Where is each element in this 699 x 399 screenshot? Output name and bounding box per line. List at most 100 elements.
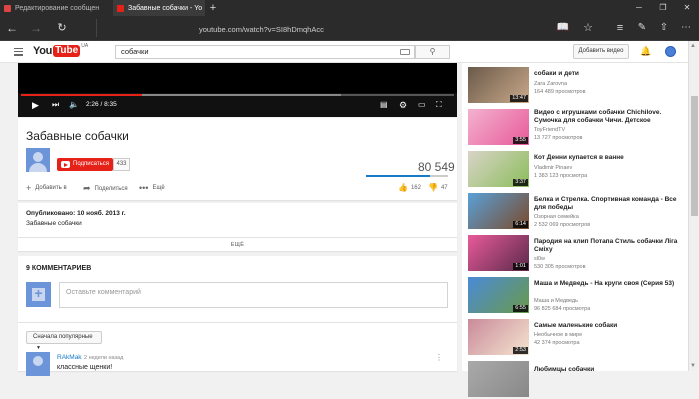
plus-icon: + [26,183,32,193]
related-video-channel: Озорная семейка [534,214,579,220]
scrollbar-thumb[interactable] [691,96,698,216]
video-thumbnail[interactable]: 2:53 [468,319,529,355]
restore-icon[interactable]: ❐ [651,0,675,16]
more-actions-button[interactable]: ••• Ещё [139,183,165,193]
tab-title: Забавные собачки - Yo [128,4,203,12]
like-ratio-bar [366,175,448,177]
notifications-bell-icon[interactable]: 🔔 [640,46,651,57]
video-thumbnail[interactable]: 6:55 [468,277,529,313]
address-bar[interactable]: youtube.com/watch?v=SI8hDmqhAcc [96,19,546,37]
youtube-play-icon [61,161,70,168]
video-thumbnail[interactable]: 6:14 [468,193,529,229]
comment-menu-icon[interactable]: ⋮ [435,353,443,362]
keyboard-icon[interactable] [400,49,410,55]
related-video-title[interactable]: Видео с игрушками собачки Chichilove. Су… [534,109,684,125]
play-icon[interactable]: ▶ [32,100,39,110]
next-icon[interactable]: ⏭ [52,100,59,110]
search-input[interactable]: собачки [115,45,415,59]
back-icon[interactable]: ← [2,16,22,40]
comment-author[interactable]: RAkMak [57,354,82,361]
share-icon[interactable]: ⇧ [654,16,674,40]
youtube-header: You Tube UA собачки ⚲ Добавить видео 🔔 [0,41,688,63]
related-video-views: 42 374 просмотра [534,340,580,346]
scroll-down-icon[interactable]: ▼ [690,363,696,369]
upload-button[interactable]: Добавить видео [573,44,629,59]
close-window-icon[interactable]: ✕ [675,0,699,16]
related-video-8[interactable]: Любимцы собачки [468,361,684,399]
browser-tab-strip: Редактирование сообщен Забавные собачки … [0,0,699,16]
related-video-title[interactable]: Кот Денни купается в ванне [534,154,684,162]
comment-author-avatar[interactable] [26,352,50,376]
forward-icon[interactable]: → [26,16,46,40]
related-video-views: 530 305 просмотров [534,264,586,270]
video-thumbnail[interactable]: 3:55 [468,109,529,145]
related-video-views: 2 532 069 просмотров [534,222,591,228]
related-video-4[interactable]: 6:14 Белка и Стрелка. Спортивная команда… [468,193,684,231]
browser-tab-1[interactable]: Редактирование сообщен [0,0,113,16]
reading-view-icon[interactable]: 📖 [553,16,573,40]
account-avatar[interactable] [665,46,676,57]
related-video-title[interactable]: Самые маленькие собаки [534,322,684,330]
theater-mode-icon[interactable]: ▭ [418,100,426,110]
related-video-channel: Необычное в мире [534,332,583,338]
related-video-title[interactable]: Белка и Стрелка. Спортивная команда - Вс… [534,196,684,212]
video-player[interactable]: ▶ ⏭ 🔈 2:26 / 8:35 ▤ ⚙ ▭ ⛶ [18,63,457,117]
share-button[interactable]: ➦ Поделиться [83,183,128,194]
guide-menu-icon[interactable] [14,48,23,58]
progress-bar[interactable] [21,94,454,96]
search-icon: ⚲ [429,47,436,56]
youtube-logo[interactable]: You Tube UA [33,43,88,57]
show-more-button[interactable]: ЕЩЁ [18,237,457,251]
subtitles-icon[interactable]: ▤ [380,100,388,110]
chevron-down-icon: ▼ [36,345,41,351]
more-icon[interactable]: ⋯ [676,16,696,40]
more-label: Ещё [152,185,165,191]
comments-card [18,256,457,371]
comment-date[interactable]: 2 недели назад [84,355,123,361]
favorite-star-icon[interactable]: ☆ [578,16,598,40]
related-video-6[interactable]: 6:55 Маша и Медведь - На круги своя (Сер… [468,277,684,315]
comment-input[interactable]: Оставьте комментарий [59,282,448,308]
related-video-title[interactable]: собаки и дети [534,70,684,78]
minimize-icon[interactable]: ─ [627,0,651,16]
page-scrollbar[interactable]: ▲ ▼ [688,41,699,371]
related-video-5[interactable]: 1:01 Пародия на клип Потапа Стиль собачк… [468,235,684,273]
related-video-title[interactable]: Любимцы собачки [534,366,684,374]
volume-icon[interactable]: 🔈 [69,100,79,110]
related-video-3[interactable]: 3:37 Кот Денни купается в ванне Vladimir… [468,151,684,189]
tab-title: Редактирование сообщен [15,4,100,12]
hub-icon[interactable]: ≡ [610,16,630,40]
web-note-icon[interactable]: ✎ [632,16,652,40]
search-button[interactable]: ⚲ [415,45,450,59]
related-video-channel: sl0w [534,256,546,262]
new-tab-button[interactable]: + [207,2,219,14]
commenter-avatar [26,282,51,307]
related-video-1[interactable]: 13:47 собаки и дети Zara Zarovna 164 489… [468,67,684,105]
dislike-button[interactable]: 👎 47 [428,183,448,192]
played-bar [21,94,143,96]
logo-tube: Tube [53,45,81,57]
duration-badge: 6:55 [513,305,528,312]
sort-comments-dropdown[interactable]: Сначала популярные ▼ [26,331,102,351]
browser-tab-2-active[interactable]: Забавные собачки - Yo ✕ [113,0,205,16]
related-video-title[interactable]: Пародия на клип Потапа Стиль собачки Ліг… [534,238,684,254]
sort-label: Сначала популярные [33,334,93,340]
video-thumbnail[interactable] [468,361,529,397]
refresh-icon[interactable]: ↻ [52,16,72,40]
video-thumbnail[interactable]: 13:47 [468,67,529,103]
settings-gear-icon[interactable]: ⚙ [399,100,407,110]
like-button[interactable]: 👍 162 [398,183,421,192]
scroll-up-icon[interactable]: ▲ [690,43,696,49]
share-label: Поделиться [94,185,128,192]
related-video-7[interactable]: 2:53 Самые маленькие собаки Необычное в … [468,319,684,357]
related-video-2[interactable]: 3:55 Видео с игрушками собачки Chichilov… [468,109,684,147]
add-to-button[interactable]: + Добавить в [26,183,67,193]
related-video-title[interactable]: Маша и Медведь - На круги своя (Серия 53… [534,280,684,288]
close-tab-icon[interactable]: ✕ [202,4,205,13]
channel-avatar[interactable] [26,148,50,172]
video-thumbnail[interactable]: 3:37 [468,151,529,187]
time-display: 2:26 / 8:35 [86,101,117,108]
fullscreen-icon[interactable]: ⛶ [436,100,442,110]
video-thumbnail[interactable]: 1:01 [468,235,529,271]
subscribe-button[interactable]: Подписаться [57,158,113,171]
